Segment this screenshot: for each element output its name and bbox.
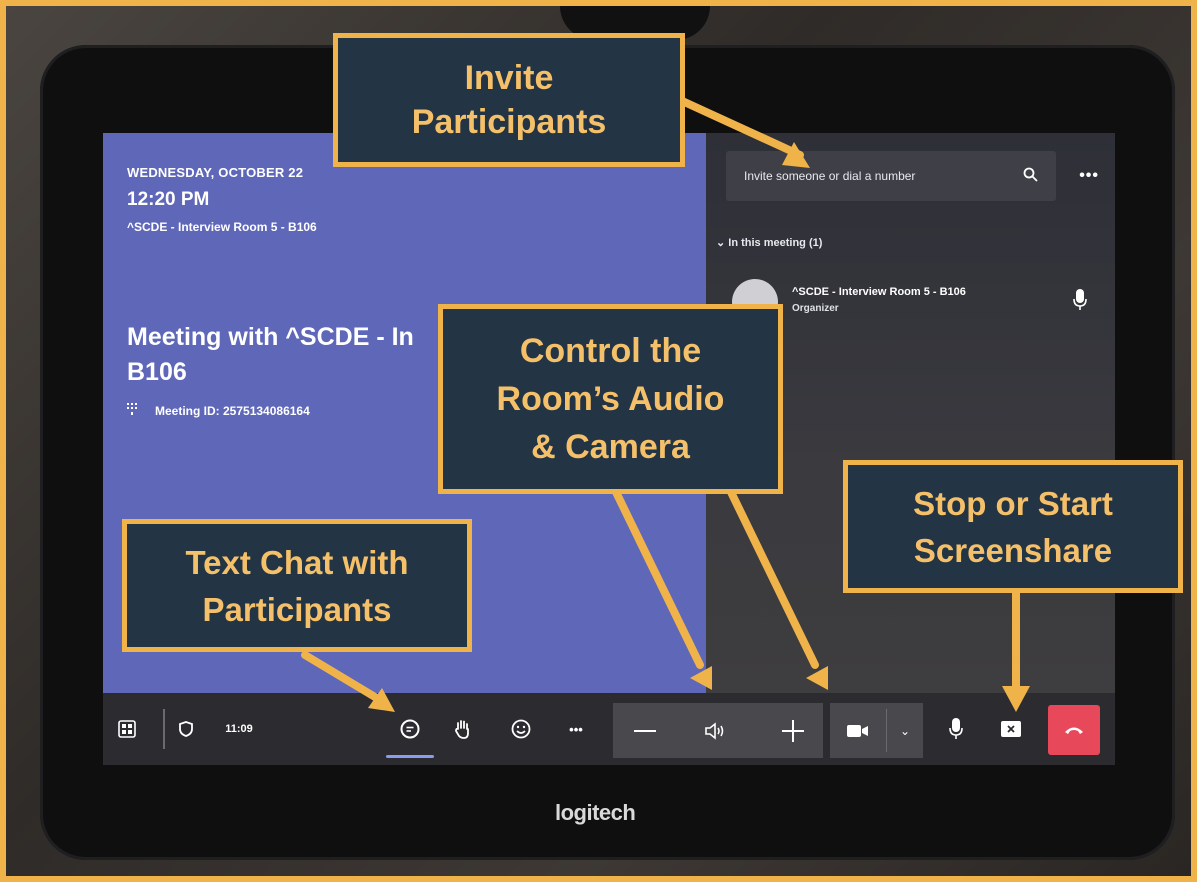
meeting-clock: 11:09 (225, 723, 253, 735)
in-meeting-label: In this meeting (1) (728, 237, 823, 249)
room-name: ^SCDE - Interview Room 5 - B106 (127, 220, 317, 234)
invite-search-input[interactable]: Invite someone or dial a number (726, 151, 1056, 201)
invite-search-placeholder: Invite someone or dial a number (744, 169, 916, 183)
shield-icon[interactable] (175, 693, 197, 765)
raise-hand-icon[interactable] (449, 693, 477, 765)
meeting-title: Meeting with ^SCDE - In (127, 323, 414, 351)
meeting-toolbar: 11:09 ••• ⌄ (103, 693, 1115, 765)
logitech-logo: logitech (555, 800, 636, 825)
chevron-down-icon: ⌄ (716, 237, 726, 249)
callout-control-line3: & Camera (531, 428, 690, 466)
toolbar-divider (163, 709, 165, 749)
callout-control-line2: Room’s Audio (496, 380, 725, 418)
stop-screenshare-icon[interactable] (997, 693, 1025, 765)
callout-chat-line2: Participants (202, 590, 392, 628)
reactions-icon[interactable] (507, 693, 535, 765)
volume-up-icon[interactable] (773, 703, 813, 758)
meeting-time: 12:20 PM (127, 189, 210, 210)
in-meeting-section[interactable]: ⌄ In this meeting (1) (716, 236, 822, 249)
microphone-icon[interactable] (943, 693, 969, 765)
callout-chat-line1: Text Chat with (185, 543, 409, 581)
volume-controls (613, 703, 823, 758)
search-icon[interactable] (1023, 167, 1038, 185)
participant-mic-icon (1073, 289, 1087, 316)
more-options-icon[interactable]: ••• (1079, 167, 1099, 185)
callout-invite-line2: Participants (411, 103, 607, 141)
callout-share-line1: Stop or Start (913, 484, 1113, 522)
more-actions-icon[interactable]: ••• (561, 693, 591, 765)
callout-share-line2: Screenshare (913, 531, 1113, 569)
callout-invite-participants: Invite Participants (333, 33, 685, 167)
participant-role: Organizer (792, 303, 839, 314)
end-call-button[interactable] (1048, 705, 1100, 755)
volume-down-icon[interactable] (625, 703, 665, 758)
camera-divider (886, 709, 887, 752)
callout-control-line1: Control the (519, 332, 702, 370)
speaker-icon[interactable] (695, 703, 735, 758)
meeting-id: Meeting ID: 2575134086164 (155, 403, 310, 418)
room-view-icon[interactable] (113, 693, 141, 765)
participant-name: ^SCDE - Interview Room 5 - B106 (792, 286, 966, 298)
meeting-id-row: Meeting ID: 2575134086164 (127, 403, 310, 418)
callout-audio-camera: Control the Room’s Audio & Camera (438, 304, 783, 494)
dialpad-icon (127, 403, 137, 418)
meeting-date: WEDNESDAY, OCTOBER 22 (127, 165, 304, 180)
callout-screenshare: Stop or Start Screenshare (843, 460, 1183, 593)
camera-options-chevron-icon[interactable]: ⌄ (890, 703, 920, 758)
hang-up-icon (1065, 727, 1083, 734)
camera-controls: ⌄ (830, 703, 923, 758)
chat-active-indicator (386, 755, 434, 758)
camera-icon[interactable] (836, 703, 880, 758)
meeting-title-continued: B106 (127, 358, 187, 386)
callout-invite-line1: Invite (464, 59, 554, 97)
callout-text-chat: Text Chat with Participants (122, 519, 472, 652)
